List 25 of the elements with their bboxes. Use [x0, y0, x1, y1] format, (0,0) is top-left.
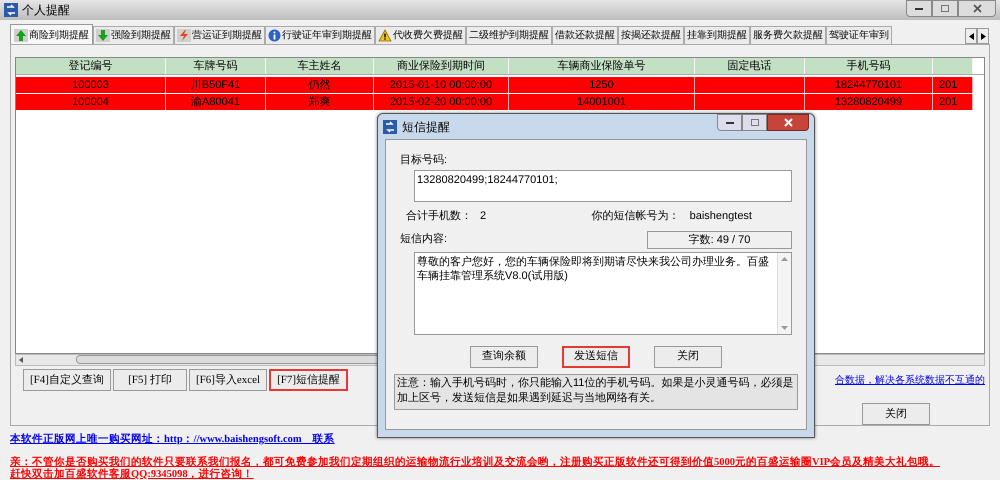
table-cell: 1250: [509, 77, 695, 93]
field-label: 合计手机数：: [406, 209, 472, 224]
window-title: 个人提醒: [22, 2, 70, 19]
character-count: 字数: 49 / 70: [647, 230, 792, 248]
table-cell: 2015-02-20 00:00:00: [374, 94, 509, 110]
table-cell: 14001001: [509, 94, 695, 110]
field-label: 目标号码:: [400, 153, 448, 168]
field-label: 你的短信帐号为：: [592, 209, 680, 224]
table-cell: 18244770101: [805, 77, 933, 93]
table-cell: 201: [933, 77, 973, 93]
table-cell: 100004: [16, 94, 166, 110]
table-cell: 仍然: [266, 77, 374, 93]
field-label: 短信内容:: [400, 232, 448, 248]
message-text: 尊敬的客户您好，您的车辆保险即将到期请尽快来我公司办理业务。百盛车辆挂靠管理系统V8.0(试用版): [416, 254, 770, 284]
table-cell: 郑爽: [266, 94, 374, 110]
account-name: baishengtest: [690, 209, 752, 224]
table-cell: 13280820499: [805, 94, 933, 110]
table-cell: 201: [933, 94, 973, 110]
table-cell: 100003: [16, 77, 166, 93]
dialog-title: 短信提醒: [402, 118, 450, 136]
table-cell: 川B50F41: [166, 77, 266, 93]
phone-count: 2: [480, 209, 486, 224]
notice-text: 注意：输入手机号码时，你只能输入11位的手机号码。如果是小灵通号码，必须是加上区号，发送短信是如果遇到延迟与当地网络有关。: [394, 374, 798, 410]
table-cell: 2015-01-10 00:00:00: [374, 77, 509, 93]
table-cell: 渝A80041: [166, 94, 266, 110]
